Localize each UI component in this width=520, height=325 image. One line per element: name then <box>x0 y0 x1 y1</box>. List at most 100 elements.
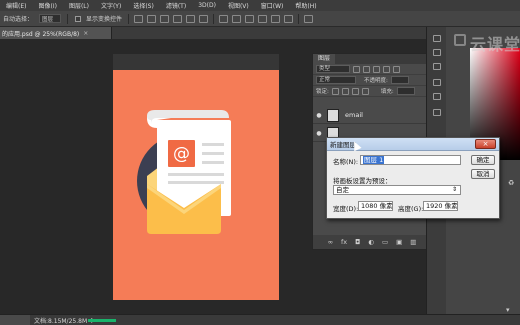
text-line-shape <box>202 152 224 155</box>
lock-row: 锁定: 填充: <box>313 86 431 97</box>
lock-move-icon[interactable] <box>341 87 349 95</box>
adjustment-icon[interactable]: ◐ <box>368 238 374 246</box>
filter-adjust-icon[interactable] <box>363 65 370 73</box>
preset-select[interactable]: 自定 ⇕ <box>333 185 461 195</box>
opacity-label: 不透明度: <box>364 78 388 84</box>
lock-pixels-icon[interactable] <box>331 87 339 95</box>
distribute-bottom-icon[interactable] <box>245 14 255 23</box>
menu-view[interactable]: 视图(V) <box>222 1 255 10</box>
progress-bar <box>88 319 116 322</box>
document-info[interactable]: 文档:8.15M/25.8M <box>30 316 87 325</box>
zoom-field[interactable] <box>0 315 30 325</box>
menu-3d[interactable]: 3D(D) <box>192 2 222 9</box>
blend-row: 正常 不透明度: <box>313 75 431 86</box>
eye-icon[interactable]: ● <box>313 130 325 137</box>
filter-pixel-icon[interactable] <box>353 65 360 73</box>
folder-icon[interactable]: ▭ <box>382 238 388 246</box>
lock-artboard-icon[interactable] <box>351 87 359 95</box>
menu-bar: 编辑(E) 图像(I) 图层(L) 文字(Y) 选择(S) 滤镜(T) 3D(D… <box>0 0 520 11</box>
tab-layers[interactable]: 图层 <box>313 54 336 64</box>
dock-brush-icon[interactable] <box>433 79 441 86</box>
name-input-value: 图层 1 <box>363 156 385 164</box>
show-transform-label: 显示变换控件 <box>86 16 123 23</box>
menu-help[interactable]: 帮助(H) <box>289 1 322 10</box>
height-label: 高度(G): <box>398 205 424 213</box>
distribute-vcenter-icon[interactable] <box>232 14 242 23</box>
menu-filter[interactable]: 滤镜(T) <box>160 1 192 10</box>
distribute-hcenter-icon[interactable] <box>271 14 281 23</box>
dock-swatches-icon[interactable] <box>433 93 441 100</box>
ok-button[interactable]: 确定 <box>471 155 495 165</box>
distribute-right-icon[interactable] <box>284 14 294 23</box>
align-vcenter-icon[interactable] <box>147 14 157 23</box>
divider <box>213 13 215 24</box>
new-layer-dialog: 新建图层 × 名称(N): 图层 1 确定 取消 将画板设置为预设： 自定 ⇕ 宽… <box>326 137 500 219</box>
name-label: 名称(N): <box>333 158 359 166</box>
eye-icon[interactable]: ● <box>313 112 325 119</box>
at-symbol-icon: @ <box>173 144 190 164</box>
align-top-icon[interactable] <box>134 14 144 23</box>
align-hcenter-icon[interactable] <box>186 14 196 23</box>
document-tab[interactable]: 的应用.psd @ 25%(RGB/8) × <box>0 27 112 39</box>
close-icon[interactable]: × <box>83 30 88 37</box>
dock-actions-icon[interactable] <box>433 63 441 70</box>
menu-type[interactable]: 文字(Y) <box>95 1 127 10</box>
blend-mode-value: 正常 <box>319 77 331 83</box>
menu-window[interactable]: 窗口(W) <box>255 1 290 10</box>
cancel-button[interactable]: 取消 <box>471 169 495 179</box>
progress-fill <box>88 319 116 322</box>
new-layer-icon[interactable]: ▣ <box>396 238 402 246</box>
name-input[interactable]: 图层 1 <box>360 155 461 165</box>
recycle-icon[interactable]: ♻ <box>508 179 514 187</box>
layer-thumbnail <box>327 108 339 122</box>
show-transform-checkbox[interactable] <box>75 15 82 22</box>
distribute-left-icon[interactable] <box>258 14 268 23</box>
filter-smart-icon[interactable] <box>393 65 400 73</box>
options-bar: 自动选择： 图层 显示变换控件 <box>0 11 520 27</box>
artboard[interactable]: @ <box>113 54 279 300</box>
filter-type-icon[interactable] <box>373 65 380 73</box>
menu-select[interactable]: 选择(S) <box>127 1 160 10</box>
lock-all-icon[interactable] <box>361 87 369 95</box>
width-input[interactable]: 1080 像素 <box>358 201 393 211</box>
email-illustration: @ <box>137 110 231 234</box>
dock-properties-icon[interactable] <box>433 49 441 56</box>
layer-filter-select[interactable]: 类型 <box>316 65 350 73</box>
filter-shape-icon[interactable] <box>383 65 390 73</box>
auto-select-value: 图层 <box>42 17 54 23</box>
layer-row[interactable]: ● email <box>313 107 431 124</box>
artboard-title-strip <box>113 54 279 70</box>
mask-icon[interactable]: ◘ <box>355 238 360 246</box>
watermark-text: 云课堂 <box>470 35 520 54</box>
auto-align-icon[interactable] <box>304 14 314 23</box>
align-right-icon[interactable] <box>199 14 209 23</box>
align-bottom-icon[interactable] <box>160 14 170 23</box>
chevron-down-icon: ⇕ <box>451 186 457 193</box>
menu-image[interactable]: 图像(I) <box>32 1 62 10</box>
blend-mode-select[interactable]: 正常 <box>316 76 356 84</box>
dock-character-icon[interactable] <box>433 109 441 116</box>
panel-menu-icon[interactable]: ▾ <box>506 306 510 314</box>
auto-select-target[interactable]: 图层 <box>39 14 62 23</box>
text-line-shape <box>168 181 224 184</box>
menu-edit[interactable]: 编辑(E) <box>0 1 32 10</box>
link-icon[interactable]: ∞ <box>328 238 333 246</box>
text-line-shape <box>202 161 224 164</box>
align-left-icon[interactable] <box>173 14 183 23</box>
preset-value: 自定 <box>336 186 349 194</box>
fill-input[interactable] <box>396 87 415 95</box>
layers-panel-header: 图层 <box>313 54 431 64</box>
opacity-input[interactable] <box>390 76 409 84</box>
fill-label: 填充: <box>380 89 394 95</box>
status-bar: 文档:8.15M/25.8M ▶ <box>0 314 520 325</box>
dock-history-icon[interactable] <box>433 35 441 42</box>
fx-icon[interactable]: fx <box>341 238 347 246</box>
divider <box>67 13 69 24</box>
trash-icon[interactable]: ▥ <box>410 238 416 246</box>
layer-filter-value: 类型 <box>319 66 331 72</box>
height-input[interactable]: 1920 像素 <box>423 201 458 211</box>
preset-label: 将画板设置为预设： <box>333 177 392 185</box>
close-button[interactable]: × <box>475 139 496 149</box>
menu-layer[interactable]: 图层(L) <box>63 1 95 10</box>
distribute-top-icon[interactable] <box>219 14 229 23</box>
